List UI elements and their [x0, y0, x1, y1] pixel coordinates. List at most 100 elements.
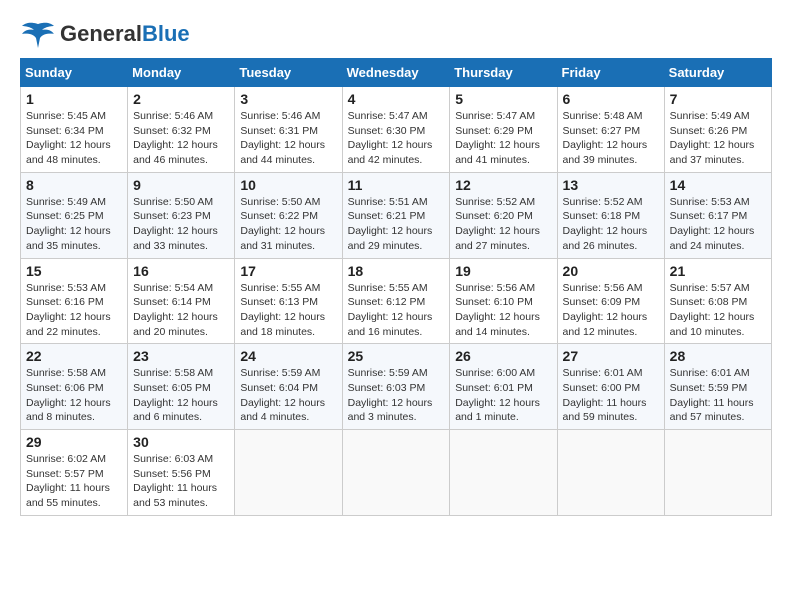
calendar-day-cell: 28 Sunrise: 6:01 AMSunset: 5:59 PMDaylig… — [664, 344, 771, 430]
calendar-week-row: 15 Sunrise: 5:53 AMSunset: 6:16 PMDaylig… — [21, 258, 772, 344]
calendar-day-cell: 11 Sunrise: 5:51 AMSunset: 6:21 PMDaylig… — [342, 172, 450, 258]
day-detail: Sunrise: 5:55 AMSunset: 6:13 PMDaylight:… — [240, 282, 325, 338]
day-number: 8 — [26, 177, 122, 193]
day-number: 23 — [133, 348, 229, 364]
calendar-day-header: Wednesday — [342, 59, 450, 87]
day-number: 17 — [240, 263, 336, 279]
day-detail: Sunrise: 6:02 AMSunset: 5:57 PMDaylight:… — [26, 453, 110, 509]
day-detail: Sunrise: 5:57 AMSunset: 6:08 PMDaylight:… — [670, 282, 755, 338]
calendar-day-cell: 2 Sunrise: 5:46 AMSunset: 6:32 PMDayligh… — [128, 87, 235, 173]
calendar-day-cell: 1 Sunrise: 5:45 AMSunset: 6:34 PMDayligh… — [21, 87, 128, 173]
calendar-day-cell — [450, 430, 557, 516]
day-detail: Sunrise: 5:50 AMSunset: 6:22 PMDaylight:… — [240, 196, 325, 252]
day-number: 11 — [348, 177, 445, 193]
calendar-table: SundayMondayTuesdayWednesdayThursdayFrid… — [20, 58, 772, 516]
calendar-day-cell: 21 Sunrise: 5:57 AMSunset: 6:08 PMDaylig… — [664, 258, 771, 344]
calendar-day-cell: 25 Sunrise: 5:59 AMSunset: 6:03 PMDaylig… — [342, 344, 450, 430]
calendar-day-cell: 9 Sunrise: 5:50 AMSunset: 6:23 PMDayligh… — [128, 172, 235, 258]
calendar-day-cell: 10 Sunrise: 5:50 AMSunset: 6:22 PMDaylig… — [235, 172, 342, 258]
calendar-day-cell: 30 Sunrise: 6:03 AMSunset: 5:56 PMDaylig… — [128, 430, 235, 516]
day-number: 24 — [240, 348, 336, 364]
calendar-day-cell: 16 Sunrise: 5:54 AMSunset: 6:14 PMDaylig… — [128, 258, 235, 344]
day-number: 25 — [348, 348, 445, 364]
calendar-day-cell — [235, 430, 342, 516]
day-detail: Sunrise: 5:52 AMSunset: 6:20 PMDaylight:… — [455, 196, 540, 252]
day-number: 6 — [563, 91, 659, 107]
day-number: 16 — [133, 263, 229, 279]
logo-general: GeneralBlue — [60, 21, 190, 46]
day-number: 28 — [670, 348, 766, 364]
calendar-day-cell: 18 Sunrise: 5:55 AMSunset: 6:12 PMDaylig… — [342, 258, 450, 344]
calendar-week-row: 8 Sunrise: 5:49 AMSunset: 6:25 PMDayligh… — [21, 172, 772, 258]
day-detail: Sunrise: 5:53 AMSunset: 6:17 PMDaylight:… — [670, 196, 755, 252]
day-detail: Sunrise: 6:03 AMSunset: 5:56 PMDaylight:… — [133, 453, 217, 509]
calendar-week-row: 1 Sunrise: 5:45 AMSunset: 6:34 PMDayligh… — [21, 87, 772, 173]
day-detail: Sunrise: 6:00 AMSunset: 6:01 PMDaylight:… — [455, 367, 540, 423]
calendar-day-header: Thursday — [450, 59, 557, 87]
calendar-day-cell: 4 Sunrise: 5:47 AMSunset: 6:30 PMDayligh… — [342, 87, 450, 173]
day-detail: Sunrise: 5:53 AMSunset: 6:16 PMDaylight:… — [26, 282, 111, 338]
calendar-week-row: 29 Sunrise: 6:02 AMSunset: 5:57 PMDaylig… — [21, 430, 772, 516]
day-number: 18 — [348, 263, 445, 279]
day-detail: Sunrise: 5:49 AMSunset: 6:26 PMDaylight:… — [670, 110, 755, 166]
calendar-day-cell: 26 Sunrise: 6:00 AMSunset: 6:01 PMDaylig… — [450, 344, 557, 430]
calendar-day-cell: 3 Sunrise: 5:46 AMSunset: 6:31 PMDayligh… — [235, 87, 342, 173]
calendar-day-cell: 17 Sunrise: 5:55 AMSunset: 6:13 PMDaylig… — [235, 258, 342, 344]
day-detail: Sunrise: 5:58 AMSunset: 6:05 PMDaylight:… — [133, 367, 218, 423]
day-detail: Sunrise: 5:58 AMSunset: 6:06 PMDaylight:… — [26, 367, 111, 423]
day-number: 4 — [348, 91, 445, 107]
day-number: 26 — [455, 348, 551, 364]
day-number: 3 — [240, 91, 336, 107]
day-number: 30 — [133, 434, 229, 450]
calendar-day-cell — [557, 430, 664, 516]
day-detail: Sunrise: 5:56 AMSunset: 6:10 PMDaylight:… — [455, 282, 540, 338]
calendar-day-cell: 14 Sunrise: 5:53 AMSunset: 6:17 PMDaylig… — [664, 172, 771, 258]
day-detail: Sunrise: 5:45 AMSunset: 6:34 PMDaylight:… — [26, 110, 111, 166]
day-detail: Sunrise: 5:54 AMSunset: 6:14 PMDaylight:… — [133, 282, 218, 338]
day-number: 27 — [563, 348, 659, 364]
day-detail: Sunrise: 5:52 AMSunset: 6:18 PMDaylight:… — [563, 196, 648, 252]
calendar-day-cell: 15 Sunrise: 5:53 AMSunset: 6:16 PMDaylig… — [21, 258, 128, 344]
day-number: 9 — [133, 177, 229, 193]
page-header: GeneralBlue — [20, 20, 772, 48]
calendar-header-row: SundayMondayTuesdayWednesdayThursdayFrid… — [21, 59, 772, 87]
day-number: 7 — [670, 91, 766, 107]
calendar-day-cell — [664, 430, 771, 516]
calendar-day-cell: 22 Sunrise: 5:58 AMSunset: 6:06 PMDaylig… — [21, 344, 128, 430]
day-number: 29 — [26, 434, 122, 450]
logo-icon — [20, 20, 56, 48]
day-detail: Sunrise: 5:47 AMSunset: 6:30 PMDaylight:… — [348, 110, 433, 166]
calendar-day-header: Tuesday — [235, 59, 342, 87]
day-detail: Sunrise: 5:59 AMSunset: 6:04 PMDaylight:… — [240, 367, 325, 423]
calendar-day-header: Saturday — [664, 59, 771, 87]
day-number: 13 — [563, 177, 659, 193]
calendar-day-cell: 24 Sunrise: 5:59 AMSunset: 6:04 PMDaylig… — [235, 344, 342, 430]
calendar-day-header: Friday — [557, 59, 664, 87]
day-detail: Sunrise: 6:01 AMSunset: 6:00 PMDaylight:… — [563, 367, 647, 423]
day-number: 1 — [26, 91, 122, 107]
day-number: 10 — [240, 177, 336, 193]
calendar-day-cell: 12 Sunrise: 5:52 AMSunset: 6:20 PMDaylig… — [450, 172, 557, 258]
logo: GeneralBlue — [20, 20, 190, 48]
day-number: 15 — [26, 263, 122, 279]
calendar-day-header: Monday — [128, 59, 235, 87]
calendar-day-cell: 5 Sunrise: 5:47 AMSunset: 6:29 PMDayligh… — [450, 87, 557, 173]
day-number: 21 — [670, 263, 766, 279]
calendar-day-cell: 13 Sunrise: 5:52 AMSunset: 6:18 PMDaylig… — [557, 172, 664, 258]
day-detail: Sunrise: 5:56 AMSunset: 6:09 PMDaylight:… — [563, 282, 648, 338]
day-number: 22 — [26, 348, 122, 364]
calendar-day-cell: 6 Sunrise: 5:48 AMSunset: 6:27 PMDayligh… — [557, 87, 664, 173]
day-detail: Sunrise: 5:59 AMSunset: 6:03 PMDaylight:… — [348, 367, 433, 423]
day-detail: Sunrise: 5:50 AMSunset: 6:23 PMDaylight:… — [133, 196, 218, 252]
day-detail: Sunrise: 5:47 AMSunset: 6:29 PMDaylight:… — [455, 110, 540, 166]
calendar-day-cell: 20 Sunrise: 5:56 AMSunset: 6:09 PMDaylig… — [557, 258, 664, 344]
day-detail: Sunrise: 5:46 AMSunset: 6:32 PMDaylight:… — [133, 110, 218, 166]
day-detail: Sunrise: 5:55 AMSunset: 6:12 PMDaylight:… — [348, 282, 433, 338]
calendar-day-cell — [342, 430, 450, 516]
day-number: 12 — [455, 177, 551, 193]
day-detail: Sunrise: 6:01 AMSunset: 5:59 PMDaylight:… — [670, 367, 754, 423]
day-detail: Sunrise: 5:48 AMSunset: 6:27 PMDaylight:… — [563, 110, 648, 166]
calendar-day-cell: 19 Sunrise: 5:56 AMSunset: 6:10 PMDaylig… — [450, 258, 557, 344]
calendar-week-row: 22 Sunrise: 5:58 AMSunset: 6:06 PMDaylig… — [21, 344, 772, 430]
calendar-day-cell: 29 Sunrise: 6:02 AMSunset: 5:57 PMDaylig… — [21, 430, 128, 516]
